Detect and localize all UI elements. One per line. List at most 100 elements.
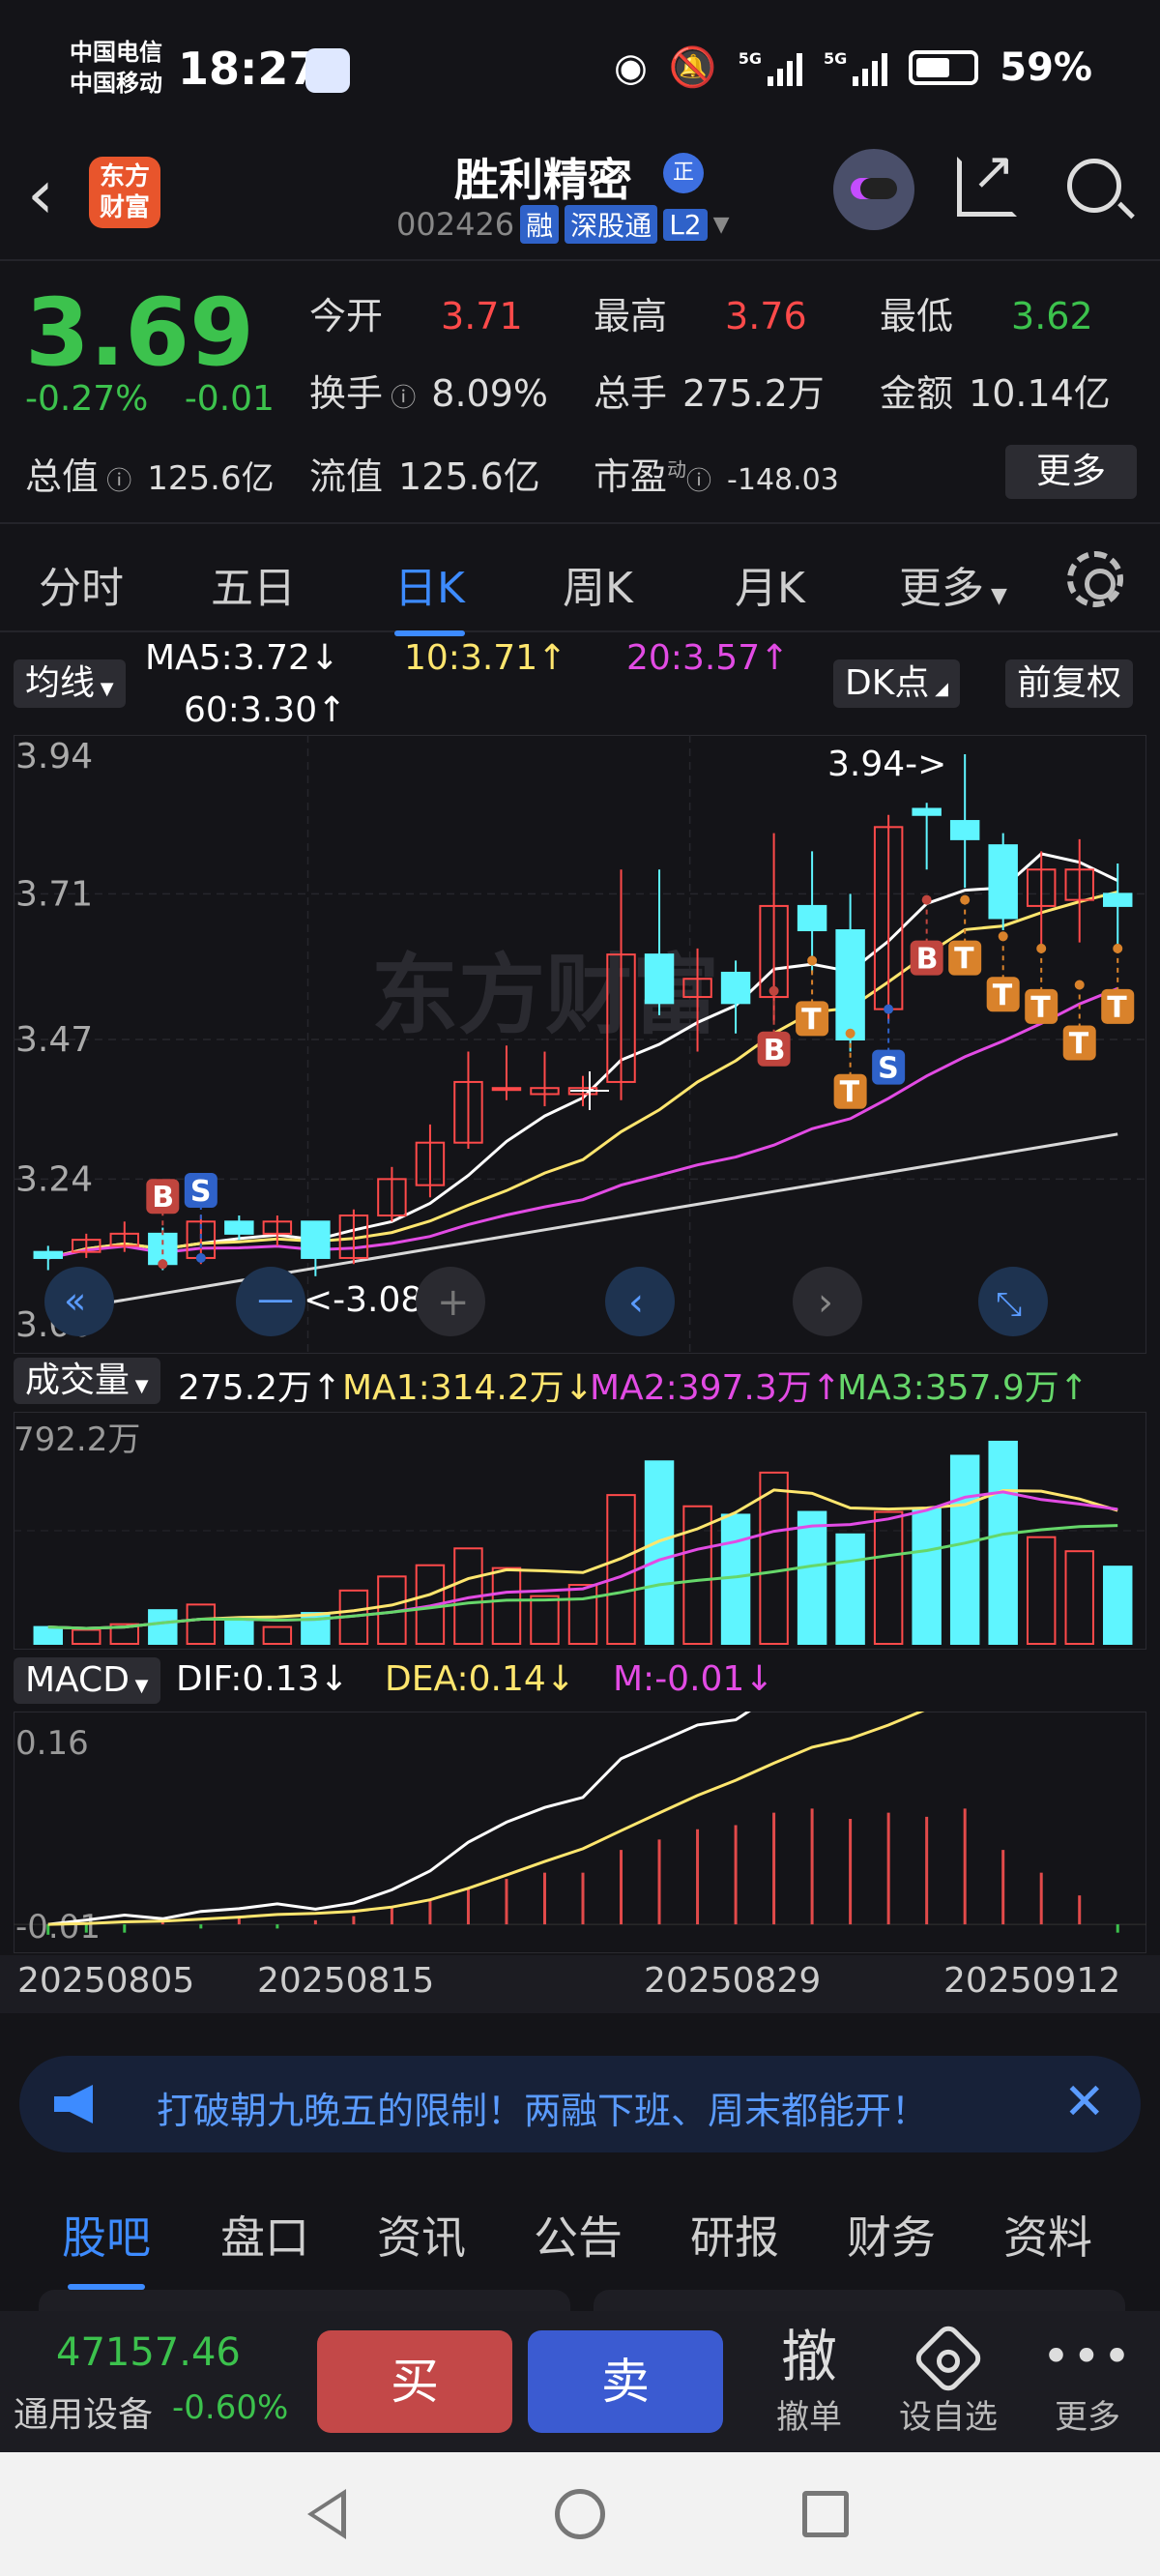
high-note: 3.94-> xyxy=(827,745,946,784)
volume-bar xyxy=(491,1566,522,1645)
tab-research[interactable]: 研报 xyxy=(690,2203,779,2267)
carrier-2: 中国移动 xyxy=(70,70,162,97)
mark-s-label: S xyxy=(190,1175,212,1209)
tab-more[interactable]: 更多 ▼ xyxy=(899,553,1007,615)
macd-bars xyxy=(46,1808,1119,1935)
more-actions-button[interactable]: ••• 更多 xyxy=(1034,2323,1141,2438)
volume-bar xyxy=(530,1595,560,1646)
nav-recents-icon[interactable] xyxy=(802,2491,849,2537)
mark-dot xyxy=(807,955,818,966)
tab-monthly-k[interactable]: 月K xyxy=(735,553,805,615)
plus-icon: + xyxy=(437,1280,470,1325)
more-fields-button[interactable]: 更多 xyxy=(1005,445,1137,499)
mark-s-label: S xyxy=(878,1052,899,1086)
mark-b-label: B xyxy=(764,1034,786,1068)
candle xyxy=(224,1220,254,1235)
sell-button[interactable]: 卖 xyxy=(528,2330,723,2433)
date-axis: 20250805 20250815 20250829 20250912 xyxy=(0,1955,1160,2013)
change-amount: -0.01 xyxy=(184,379,275,419)
status-icons: ◉ 🔕 5G 5G 59% xyxy=(614,44,1092,91)
macd-selector[interactable]: MACD ▼ xyxy=(14,1657,160,1704)
y-axis-label: 3.24 xyxy=(15,1159,93,1199)
field-high: 最高 3.76 xyxy=(594,295,807,337)
field-volume: 总手 275.2万 xyxy=(594,372,825,415)
ma-selector[interactable]: 均线 ▼ xyxy=(14,659,126,708)
volume-bar xyxy=(873,1510,904,1645)
tab-pankou[interactable]: 盘口 xyxy=(220,2203,309,2267)
candle xyxy=(949,820,980,840)
mark-dot xyxy=(998,931,1008,942)
tab-announcement[interactable]: 公告 xyxy=(534,2203,623,2267)
macd-dea: DEA:0.14↓ xyxy=(385,1659,575,1699)
info-tabs: 股吧 盘口 资讯 公告 研报 财务 资料 xyxy=(0,2168,1160,2290)
ma20-value: 20:3.57↑ xyxy=(626,638,790,678)
close-icon[interactable]: ✕ xyxy=(1063,2073,1106,2131)
date-1: 20250805 xyxy=(17,1961,195,2001)
status-bar: 中国电信 中国移动 18:27 ◉ 🔕 5G 5G 59% xyxy=(0,0,1160,145)
sector-index-value[interactable]: 47157.46 xyxy=(56,2330,241,2375)
macd-frame xyxy=(14,1712,1146,1953)
tab-profile[interactable]: 资料 xyxy=(1003,2203,1092,2267)
back-arrow-icon[interactable]: ‹ xyxy=(27,155,54,234)
dk-point-button[interactable]: DK点 ◢ xyxy=(833,659,960,708)
kline-chart[interactable]: 东方财富 BSBTTSBTTTTT 3.943.713.473.243.00 3… xyxy=(14,735,1146,1354)
tab-five-day[interactable]: 五日 xyxy=(211,553,296,615)
mark-t-label: T xyxy=(1069,1028,1089,1062)
mark-dot xyxy=(921,894,932,905)
volume-bar xyxy=(912,1508,942,1645)
volume-bar xyxy=(1026,1536,1057,1646)
ai-assistant-icon[interactable] xyxy=(833,149,914,230)
nav-home-icon[interactable] xyxy=(555,2489,605,2539)
search-icon[interactable] xyxy=(1067,159,1121,213)
tag-level2: L2 xyxy=(663,208,708,241)
mute-icon: 🔕 xyxy=(668,45,717,90)
expand-icon: ⤡ xyxy=(996,1285,1022,1324)
candle xyxy=(720,971,751,1005)
volume-selector[interactable]: 成交量 ▼ xyxy=(14,1358,160,1404)
tab-finance[interactable]: 财务 xyxy=(847,2203,936,2267)
volume-chart[interactable]: 792.2万 xyxy=(14,1412,1146,1650)
stock-code-row[interactable]: 002426 融 深股通 L2 ▼ xyxy=(396,205,730,244)
volume-bar xyxy=(988,1440,1018,1645)
tab-intraday[interactable]: 分时 xyxy=(39,553,124,615)
candle xyxy=(988,844,1018,920)
buy-button[interactable]: 买 xyxy=(317,2330,512,2433)
mark-dot xyxy=(960,894,971,905)
double-left-icon: « xyxy=(64,1279,86,1322)
nav-back-icon[interactable] xyxy=(307,2489,346,2539)
macd-m: M:-0.01↓ xyxy=(613,1659,774,1699)
tag-margin: 融 xyxy=(520,205,560,244)
volume-bar xyxy=(72,1628,102,1645)
add-watchlist-button[interactable]: 设自选 xyxy=(895,2321,1001,2438)
battery-level: 59% xyxy=(1000,44,1092,90)
adjust-mode-button[interactable]: 前复权 xyxy=(1005,659,1134,708)
cancel-icon: 撤 xyxy=(780,2324,837,2389)
tab-news[interactable]: 资讯 xyxy=(377,2203,466,2267)
macd-top-label: 0.16 xyxy=(15,1724,89,1763)
vol-ma2: MA2:397.3万↑ xyxy=(590,1368,841,1408)
tab-daily-k[interactable]: 日K xyxy=(394,553,465,636)
share-icon[interactable] xyxy=(957,140,1017,217)
volume-bar xyxy=(1103,1566,1133,1646)
cancel-order-button[interactable]: 撤 撤单 xyxy=(756,2323,862,2438)
volume-max-label: 792.2万 xyxy=(14,1420,140,1459)
mark-b-label: B xyxy=(916,943,939,977)
eastmoney-logo[interactable]: 东方 财富 xyxy=(89,157,160,228)
chart-controls: « — + ‹ › ⤡ xyxy=(44,1267,1048,1336)
gear-icon[interactable] xyxy=(1067,551,1123,607)
volume-bar xyxy=(186,1603,217,1645)
ma5-value: MA5:3.72↓ xyxy=(145,638,340,678)
stock-name[interactable]: 胜利精密 xyxy=(454,145,632,209)
minus-icon: — xyxy=(257,1277,294,1320)
system-nav-bar xyxy=(0,2452,1160,2576)
y-axis-label: 3.94 xyxy=(15,737,93,776)
volume-bar xyxy=(567,1584,598,1645)
mark-t-label: T xyxy=(993,979,1013,1012)
mark-dot xyxy=(195,1252,206,1263)
promo-banner[interactable]: 打破朝九晚五的限制！两融下班、周末都能开！ ✕ xyxy=(19,2056,1141,2152)
sector-name[interactable]: 通用设备 xyxy=(14,2386,153,2437)
tab-weekly-k[interactable]: 周K xyxy=(563,553,633,615)
macd-chart[interactable]: 0.16 -0.01 xyxy=(14,1712,1146,1953)
tab-guba[interactable]: 股吧 xyxy=(62,2203,151,2290)
notification-app-icon xyxy=(305,48,350,93)
